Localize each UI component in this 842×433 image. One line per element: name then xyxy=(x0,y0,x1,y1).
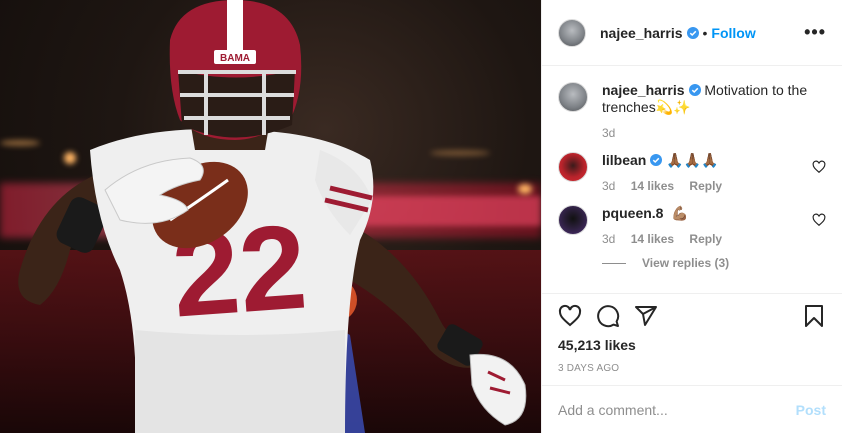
separator-dot: • xyxy=(702,24,708,41)
commenter-avatar[interactable] xyxy=(558,152,588,182)
comment-item: pqueen.8 💪🏽 3d 14 likes Reply xyxy=(558,205,826,246)
view-replies-button[interactable]: View replies (3) xyxy=(558,256,826,270)
save-bookmark-icon[interactable] xyxy=(802,304,826,328)
post-date[interactable]: 3 DAYS AGO xyxy=(542,359,842,385)
post-comment-button[interactable]: Post xyxy=(796,402,826,418)
likes-count[interactable]: 45,213 likes xyxy=(542,337,842,359)
caption-username[interactable]: najee_harris xyxy=(602,82,685,98)
post-photo[interactable]: 22 BAMA xyxy=(0,0,541,433)
comment-text: 💪🏽 xyxy=(671,205,689,221)
caption-time[interactable]: 3d xyxy=(602,126,615,140)
action-bar xyxy=(542,293,842,337)
reply-button[interactable]: Reply xyxy=(689,232,722,246)
helmet-logo-text: BAMA xyxy=(220,53,250,64)
commenter-avatar[interactable] xyxy=(558,205,588,235)
post-header: najee_harris • Follow ••• xyxy=(542,0,842,66)
instagram-post-view: 22 BAMA najee_harris • Follow ••• najee_… xyxy=(0,0,842,433)
comment-time[interactable]: 3d xyxy=(602,232,615,246)
like-heart-icon[interactable] xyxy=(558,304,582,328)
more-options-icon[interactable]: ••• xyxy=(804,22,826,43)
caption: najee_harris Motivation to the trenches💫… xyxy=(558,82,826,140)
view-replies-label: View replies (3) xyxy=(642,256,730,270)
comment-likes[interactable]: 14 likes xyxy=(631,232,674,246)
comment-likes[interactable]: 14 likes xyxy=(631,179,674,193)
reply-button[interactable]: Reply xyxy=(689,179,722,193)
add-comment-input[interactable] xyxy=(558,401,796,418)
share-paper-plane-icon[interactable] xyxy=(634,304,658,328)
follow-button[interactable]: Follow xyxy=(711,25,755,41)
verified-badge-icon xyxy=(686,26,699,39)
author-username[interactable]: najee_harris xyxy=(600,25,683,41)
add-comment-bar: Post xyxy=(542,385,842,433)
replies-divider-line xyxy=(602,262,626,264)
football-player-illustration: 22 BAMA xyxy=(18,0,527,433)
commenter-username[interactable]: lilbean xyxy=(602,152,646,168)
author-avatar[interactable] xyxy=(558,18,586,47)
comment-time[interactable]: 3d xyxy=(602,179,615,193)
verified-badge-icon xyxy=(650,154,663,166)
heart-icon[interactable] xyxy=(812,160,826,174)
commenter-username[interactable]: pqueen.8 xyxy=(602,205,663,221)
comment-item: lilbean 🙏🏾🙏🏾🙏🏾 3d 14 likes Reply xyxy=(558,152,826,193)
comments-list[interactable]: najee_harris Motivation to the trenches💫… xyxy=(542,66,842,293)
post-side-panel: najee_harris • Follow ••• najee_harris M… xyxy=(541,0,842,433)
verified-badge-icon xyxy=(688,84,701,96)
comment-text: 🙏🏾🙏🏾🙏🏾 xyxy=(666,152,719,168)
caption-author-avatar[interactable] xyxy=(558,82,588,112)
heart-icon[interactable] xyxy=(812,213,826,227)
comment-bubble-icon[interactable] xyxy=(596,304,620,328)
